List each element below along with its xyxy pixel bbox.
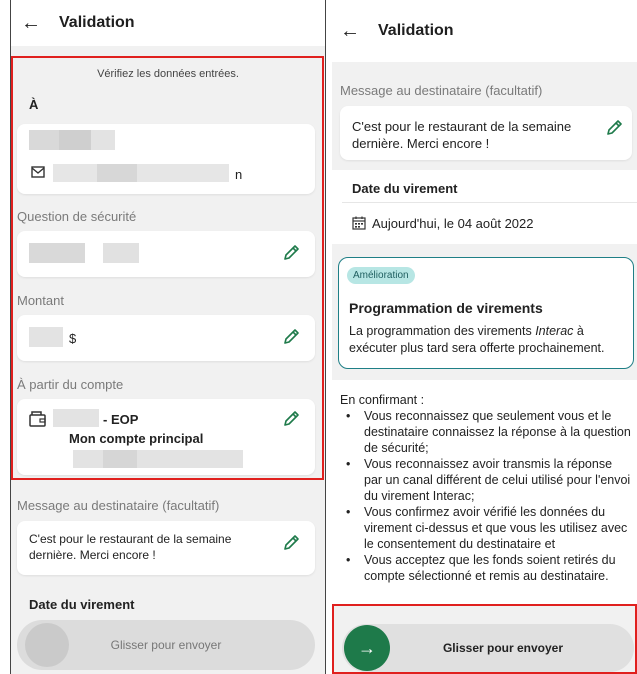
improvement-badge: Amélioration — [347, 267, 415, 284]
slide-to-send[interactable]: Glisser pour envoyer — [17, 620, 315, 670]
right-screen: ← Validation Message au destinataire (fa… — [332, 0, 637, 674]
promo-card: Amélioration Programmation de virements … — [338, 257, 634, 369]
calendar-icon — [352, 216, 366, 230]
date-label: Date du virement — [29, 597, 135, 612]
promo-body: La programmation des virements Interac à… — [349, 324, 605, 355]
back-arrow-icon[interactable]: ← — [21, 12, 49, 35]
confirm-intro: En confirmant : — [340, 393, 425, 407]
confirm-item: Vous confirmez avoir vérifié les données… — [342, 504, 632, 552]
date-section: Date du virement Aujourd'hui, le 04 août… — [332, 170, 637, 244]
slide-label: Glisser pour envoyer — [110, 638, 222, 652]
message-label: Message au destinataire (facultatif) — [17, 498, 220, 513]
app-bar: ← Validation — [332, 0, 637, 62]
page-title: Validation — [378, 22, 454, 39]
promo-title: Programmation de virements — [349, 300, 543, 316]
page-title: Validation — [59, 14, 135, 31]
app-bar: ← Validation — [11, 0, 325, 46]
highlight-box — [332, 604, 637, 674]
message-label: Message au destinataire (facultatif) — [340, 83, 543, 98]
confirm-item: Vous acceptez que les fonds soient retir… — [342, 552, 632, 584]
confirm-item: Vous reconnaissez que seulement vous et … — [342, 408, 632, 456]
confirm-item: Vous reconnaissez avoir transmis la répo… — [342, 456, 632, 504]
divider — [342, 202, 637, 203]
message-card[interactable]: C'est pour le restaurant de la semaine d… — [17, 521, 315, 575]
back-arrow-icon[interactable]: ← — [340, 20, 368, 43]
left-screen: ← Validation Vérifiez les données entrée… — [10, 0, 326, 674]
message-text: C'est pour le restaurant de la semaine d… — [352, 119, 572, 151]
pencil-icon[interactable] — [604, 118, 624, 138]
date-label: Date du virement — [352, 181, 458, 196]
confirm-list: Vous reconnaissez que seulement vous et … — [342, 408, 632, 584]
confirm-section: En confirmant : Vous reconnaissez que se… — [332, 380, 637, 606]
message-card[interactable]: C'est pour le restaurant de la semaine d… — [340, 106, 632, 160]
message-text: C'est pour le restaurant de la semaine d… — [29, 532, 232, 562]
highlight-box — [11, 56, 324, 480]
date-value: Aujourd'hui, le 04 août 2022 — [372, 216, 534, 231]
pencil-icon[interactable] — [281, 533, 301, 553]
